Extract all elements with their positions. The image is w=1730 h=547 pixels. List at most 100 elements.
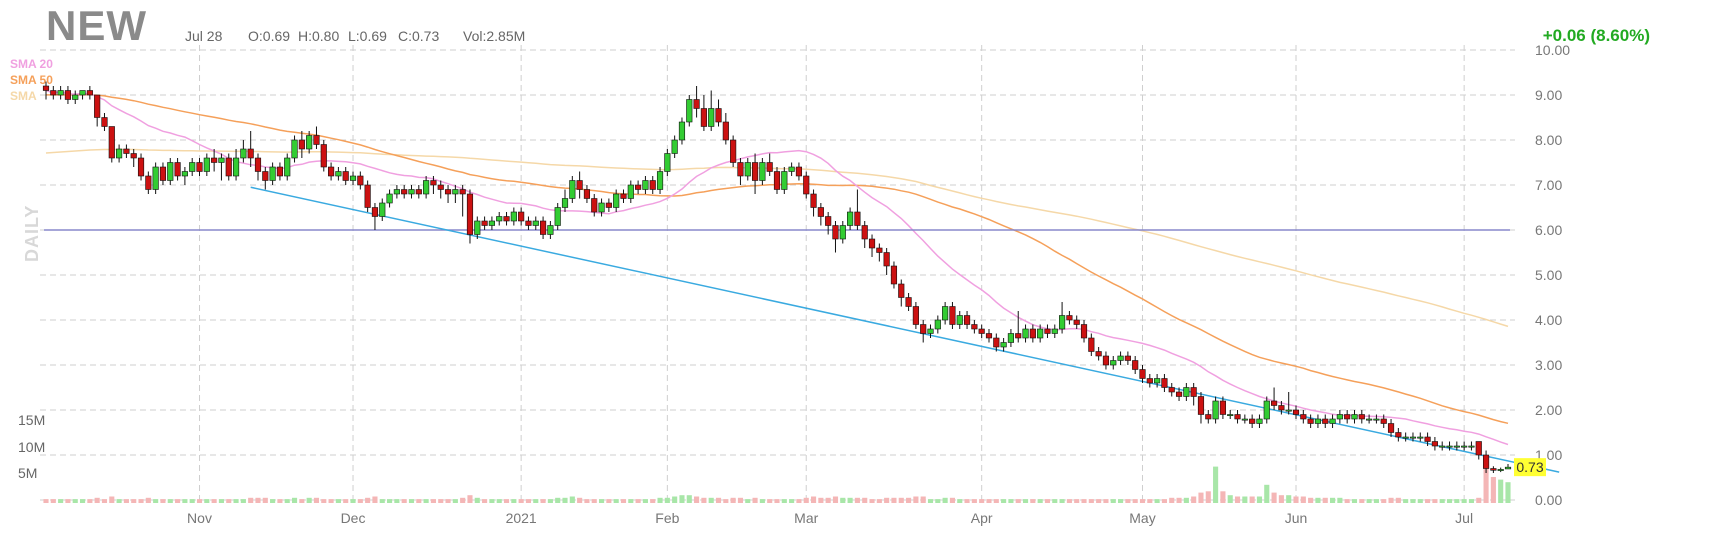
volume-bar [1417,499,1423,503]
candle [57,86,64,100]
volume-bar [862,497,868,503]
volume-bar [1022,499,1029,503]
volume-bar [1015,499,1021,503]
candle-body [1344,414,1351,420]
candle [401,185,408,199]
candle [189,158,196,176]
candle [386,189,393,208]
candle [1146,374,1153,388]
volume-bar [357,499,363,503]
candle [1124,351,1131,365]
candle [1439,441,1446,451]
candle [328,162,335,181]
volume-bar [284,499,290,503]
candle-body [971,324,978,330]
candle [145,171,152,194]
bar-high: H:0.80 [298,28,340,44]
candle [1344,410,1351,424]
volume-bar [628,499,634,503]
volume-bar [1234,496,1241,503]
candle-body [510,211,517,222]
volume-bar [1125,499,1131,503]
candle [963,311,971,329]
candle [1088,333,1095,356]
timeframe-label: DAILY [22,204,42,262]
volume-bar [1388,497,1394,503]
candle [86,86,93,100]
volume-bar [1476,497,1482,503]
candle-body [1504,466,1512,470]
candle-body [72,94,79,100]
volume-bar [832,496,839,503]
candle-body [408,189,415,195]
candle-body [1080,324,1088,339]
candle [1358,410,1365,424]
candle-body [276,166,283,177]
candle-body [401,189,408,195]
candle-body [1380,418,1387,424]
candle [254,153,262,181]
candle-body [532,220,539,226]
price-tick-label: 0.00 [1535,492,1562,508]
volume-bar [72,499,78,503]
volume-bar [664,497,670,503]
candle [649,176,656,194]
volume-bar [131,499,137,503]
volume-bar [1118,499,1124,503]
candle-body [613,193,620,208]
volume-bar [620,499,627,503]
candle [1461,441,1468,451]
candle [1402,432,1409,442]
candle [1387,419,1395,437]
candle [1000,338,1007,352]
volume-bar [1300,496,1306,503]
candle [247,131,254,167]
volume-bar [1425,499,1431,503]
candle [671,135,678,158]
candle-body [269,166,276,181]
volume-bar [255,497,261,503]
candle-body [189,162,196,172]
volume-bar [613,499,619,503]
grid [40,45,1515,505]
date-tick-label: Feb [655,510,679,526]
candle [488,216,495,230]
sma-50-line [46,94,1509,425]
candle [839,221,846,244]
volume-bar [423,499,429,503]
candle-body [349,175,357,181]
candle [1059,302,1066,334]
candle-body [64,90,72,100]
candle-body [730,139,737,163]
candle [627,180,634,203]
candle-body [1366,418,1373,421]
volume-bar [1461,499,1467,503]
candle-body [496,216,503,222]
candle-body [342,171,349,181]
price-tick-label: 5.00 [1535,267,1562,283]
volume-bar [562,497,568,503]
candle-body [459,189,466,195]
candle [379,198,386,221]
volume-bar [584,499,590,503]
volume-bar [971,499,977,503]
candle [583,185,591,203]
candle-body [1037,328,1044,339]
candle [759,158,766,185]
candle [116,144,123,163]
candle-body [1402,436,1409,439]
candle-body [1424,436,1431,442]
candle-body [1431,441,1438,447]
candle [1007,329,1014,347]
candle-body [1263,400,1270,420]
candle-body [591,198,598,213]
candle-body [423,180,430,195]
candle-body [79,90,86,96]
candle [393,185,400,199]
candle-body [1417,436,1424,439]
candle [1234,410,1241,424]
candle-body [985,333,993,339]
candle [715,99,722,127]
volume-bar [65,499,71,503]
price-tick-label: 9.00 [1535,87,1562,103]
